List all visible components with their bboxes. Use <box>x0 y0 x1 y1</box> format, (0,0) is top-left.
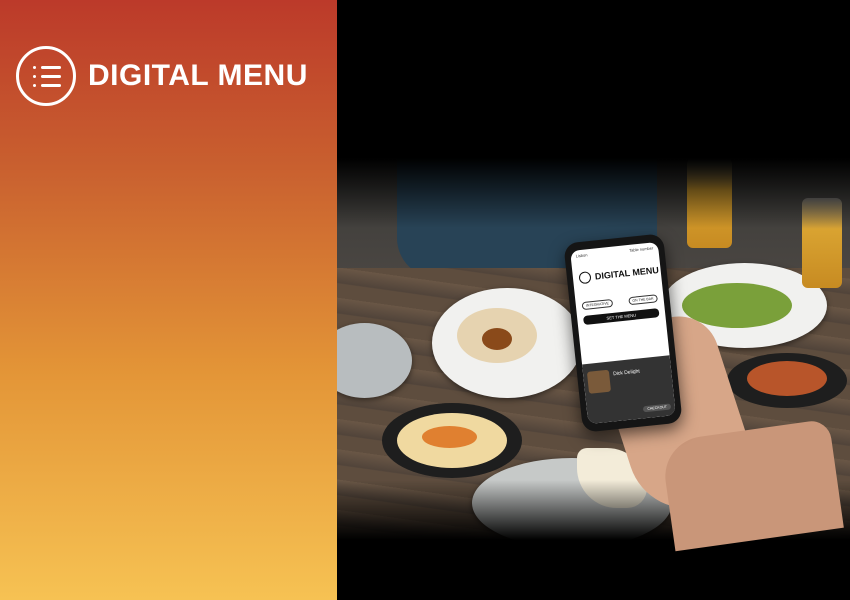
phone-title: DIGITAL MENU <box>594 264 660 282</box>
menu-item-title: Dick Delight <box>612 368 641 378</box>
smartphone: Lisbon Table number DIGITAL MENU INTEGRA… <box>563 233 683 433</box>
menu-list-icon <box>16 46 76 106</box>
phone-button-row: INTEGRATIVE ON THE BAR <box>581 294 658 311</box>
menu-list-icon <box>578 271 592 285</box>
status-location: Lisbon <box>575 252 588 259</box>
brand-panel: DIGITAL MENU <box>0 0 337 600</box>
photo-fade-top <box>337 158 850 228</box>
phone-option-right[interactable]: ON THE BAR <box>627 294 658 306</box>
phone-screen: Lisbon Table number DIGITAL MENU INTEGRA… <box>570 241 676 425</box>
phone-option-left[interactable]: INTEGRATIVE <box>581 298 614 311</box>
menu-item-card[interactable]: Dick Delight CHECKOUT <box>582 355 676 425</box>
olive-food <box>747 361 827 396</box>
brand-title: DIGITAL MENU <box>88 59 308 92</box>
status-table: Table number <box>628 245 654 253</box>
menu-item-thumbnail <box>586 369 612 394</box>
brand-logo: DIGITAL MENU <box>16 46 308 106</box>
hummus-topping <box>422 426 477 448</box>
set-menu-button[interactable]: SET THE MENU <box>583 308 660 326</box>
phone-logo: DIGITAL MENU <box>578 264 661 285</box>
checkout-button[interactable]: CHECKOUT <box>643 403 672 413</box>
falafel-food <box>482 328 512 350</box>
phone-status-bar: Lisbon Table number <box>570 242 658 259</box>
hero-photo: Lisbon Table number DIGITAL MENU INTEGRA… <box>337 0 850 600</box>
